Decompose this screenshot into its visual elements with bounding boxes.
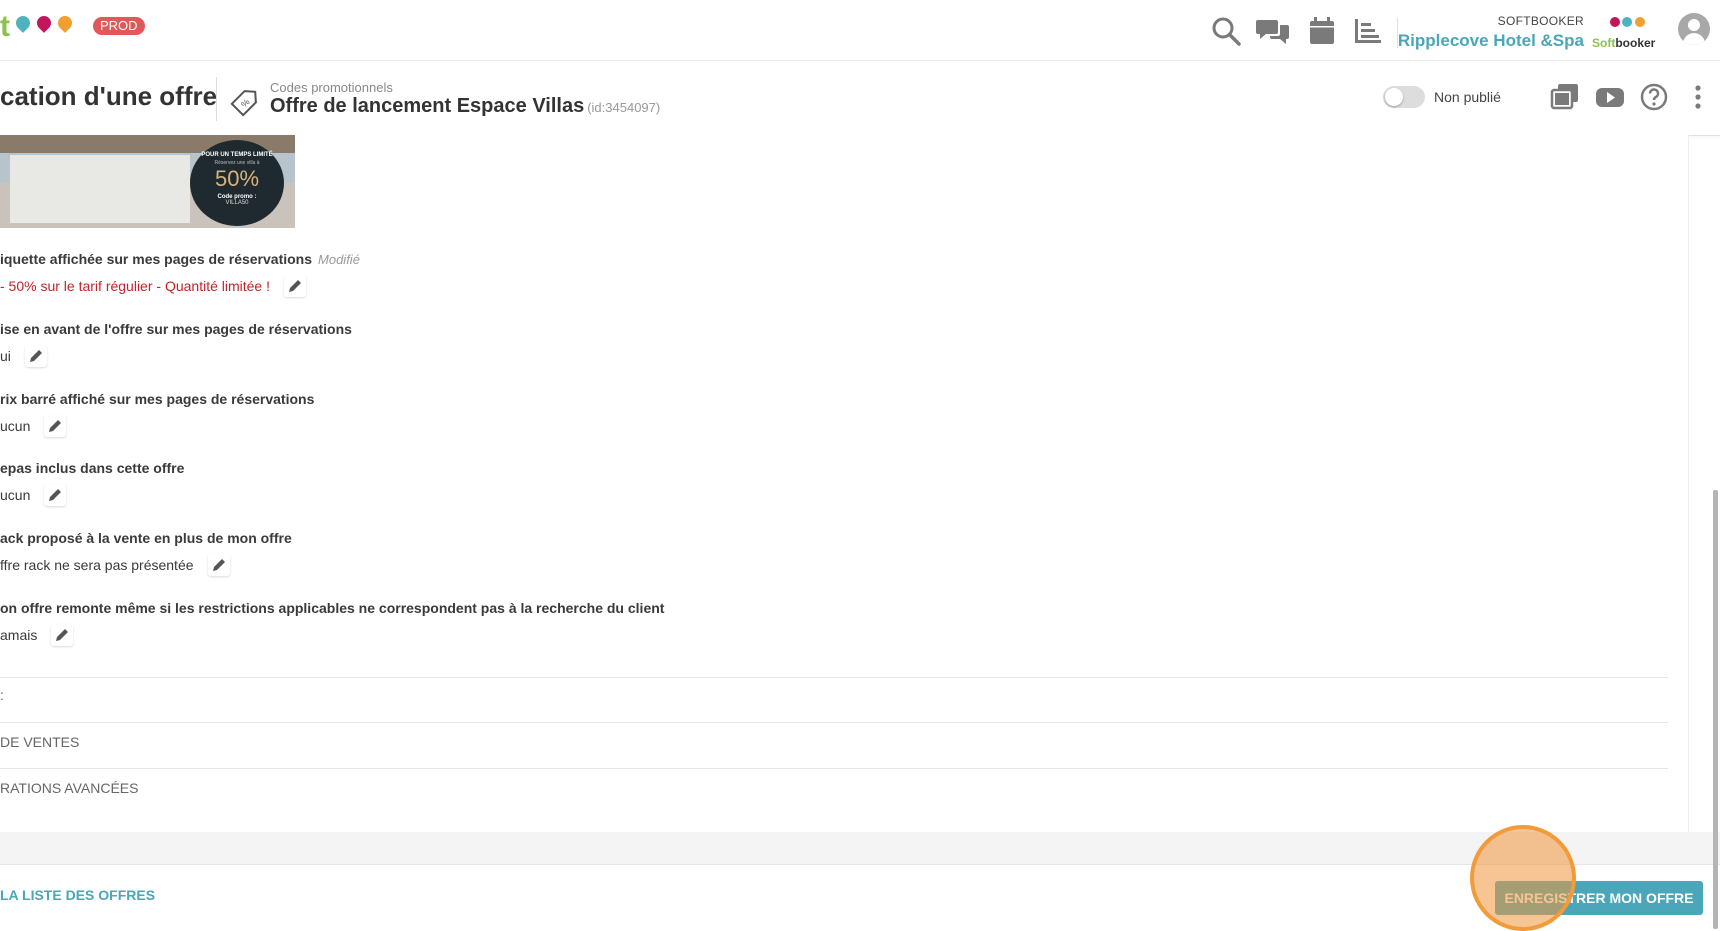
field-value: - 50% sur le tarif régulier - Quantité l… xyxy=(0,278,270,294)
video-tutorial-icon[interactable] xyxy=(1594,81,1626,113)
hotel-name: Ripplecove Hotel &Spa xyxy=(1397,31,1584,50)
section-header-collapsed[interactable]: : xyxy=(0,687,4,703)
scrollbar[interactable] xyxy=(1713,490,1718,929)
search-icon[interactable] xyxy=(1209,14,1243,48)
pencil-icon xyxy=(289,280,301,292)
offer-details-panel: POUR UN TEMPS LIMITÉ Réservez une villa … xyxy=(0,135,1689,832)
location-pin-icon xyxy=(34,13,54,33)
account-label: SOFTBOOKER xyxy=(1497,14,1584,28)
chat-icon[interactable] xyxy=(1256,14,1290,48)
location-pin-icon xyxy=(13,13,33,33)
edit-button[interactable] xyxy=(207,554,230,576)
calendar-icon[interactable] xyxy=(1305,14,1339,48)
hotel-selector[interactable]: SOFTBOOKER Ripplecove Hotel &Spa xyxy=(1398,14,1584,52)
offer-id: (id:3454097) xyxy=(587,100,661,115)
section-header-advanced[interactable]: RATIONS AVANCÉES xyxy=(0,780,138,796)
promo-image-badge: POUR UN TEMPS LIMITÉ Réservez une villa … xyxy=(190,140,284,226)
offer-image[interactable]: POUR UN TEMPS LIMITÉ Réservez une villa … xyxy=(0,135,295,228)
publish-toggle[interactable] xyxy=(1383,86,1425,108)
field-value: ucun xyxy=(0,418,31,434)
user-avatar-icon[interactable] xyxy=(1678,13,1710,45)
app-logo[interactable]: t xyxy=(0,12,10,42)
edit-button[interactable] xyxy=(24,345,47,367)
field-strikethrough-price: rix barré affiché sur mes pages de réser… xyxy=(0,391,314,437)
section-divider xyxy=(0,677,1668,678)
breadcrumb[interactable]: Codes promotionnels xyxy=(270,80,393,95)
section-divider xyxy=(0,768,1668,769)
offer-title: Offre de lancement Espace Villas (id:3454… xyxy=(270,95,661,117)
pencil-icon xyxy=(212,559,225,571)
publish-status-label: Non publié xyxy=(1434,89,1501,105)
pencil-icon xyxy=(49,489,62,501)
field-meals-included: epas inclus dans cette offre ucun xyxy=(0,460,184,506)
field-value: ui xyxy=(0,348,11,364)
list-icon[interactable] xyxy=(1351,14,1385,48)
field-value: ffre rack ne sera pas présentée xyxy=(0,557,194,573)
section-divider xyxy=(0,722,1668,723)
pencil-icon xyxy=(29,350,42,362)
top-app-bar: t PROD SOFTBOOKER Ripplecove Hotel &Spa xyxy=(0,0,1720,61)
header-divider xyxy=(216,77,217,121)
softbooker-logo: Softbooker xyxy=(1592,14,1662,52)
field-value: ucun xyxy=(0,487,31,503)
field-rack-offer: ack proposé à la vente en plus de mon of… xyxy=(0,530,292,576)
duplicate-icon[interactable] xyxy=(1549,81,1581,113)
offer-header: cation d'une offre % Codes promotionnels… xyxy=(0,61,1720,136)
edit-button[interactable] xyxy=(44,484,67,506)
field-highlight-offer: ise en avant de l'offre sur mes pages de… xyxy=(0,321,352,367)
section-header-sales[interactable]: DE VENTES xyxy=(0,734,79,750)
pencil-icon xyxy=(49,420,62,432)
page-background-strip xyxy=(0,832,1720,864)
footer-bar: LA LISTE DES OFFRES ENREGISTRER MON OFFR… xyxy=(0,864,1720,930)
pencil-icon xyxy=(56,629,69,641)
back-to-offers-link[interactable]: LA LISTE DES OFFRES xyxy=(0,887,155,903)
location-pin-icon xyxy=(55,13,75,33)
save-offer-button[interactable]: ENREGISTRER MON OFFRE xyxy=(1495,881,1703,915)
environment-badge: PROD xyxy=(93,17,145,35)
edit-button[interactable] xyxy=(44,415,67,437)
field-restrictions: on offre remonte même si les restriction… xyxy=(0,600,664,646)
edit-button[interactable] xyxy=(284,275,306,297)
page-title: cation d'une offre xyxy=(0,81,218,111)
edit-button[interactable] xyxy=(51,624,74,646)
field-value: amais xyxy=(0,627,38,643)
more-options-icon[interactable] xyxy=(1682,81,1714,113)
promo-code-icon: % xyxy=(230,90,257,117)
field-booking-label: iquette affichée sur mes pages de réserv… xyxy=(0,251,360,297)
modified-tag: Modifié xyxy=(318,252,360,267)
help-icon[interactable] xyxy=(1638,81,1670,113)
